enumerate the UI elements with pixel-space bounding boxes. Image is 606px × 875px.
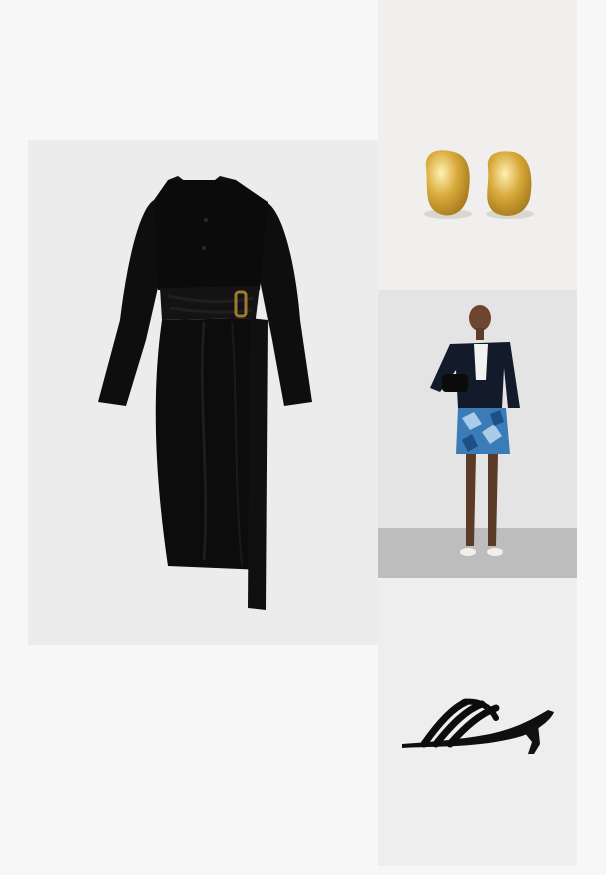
earrings-product-tile[interactable]: [378, 0, 577, 290]
black-wrap-shirt-dress-image: [98, 176, 312, 610]
sandal-product-tile[interactable]: [378, 578, 577, 866]
model-outfit-photo: [378, 290, 577, 578]
dress-product-tile[interactable]: [28, 140, 378, 645]
gold-earrings-image: [424, 150, 534, 219]
black-strappy-mule-image: [402, 698, 554, 754]
model-photo-tile[interactable]: [378, 290, 577, 578]
